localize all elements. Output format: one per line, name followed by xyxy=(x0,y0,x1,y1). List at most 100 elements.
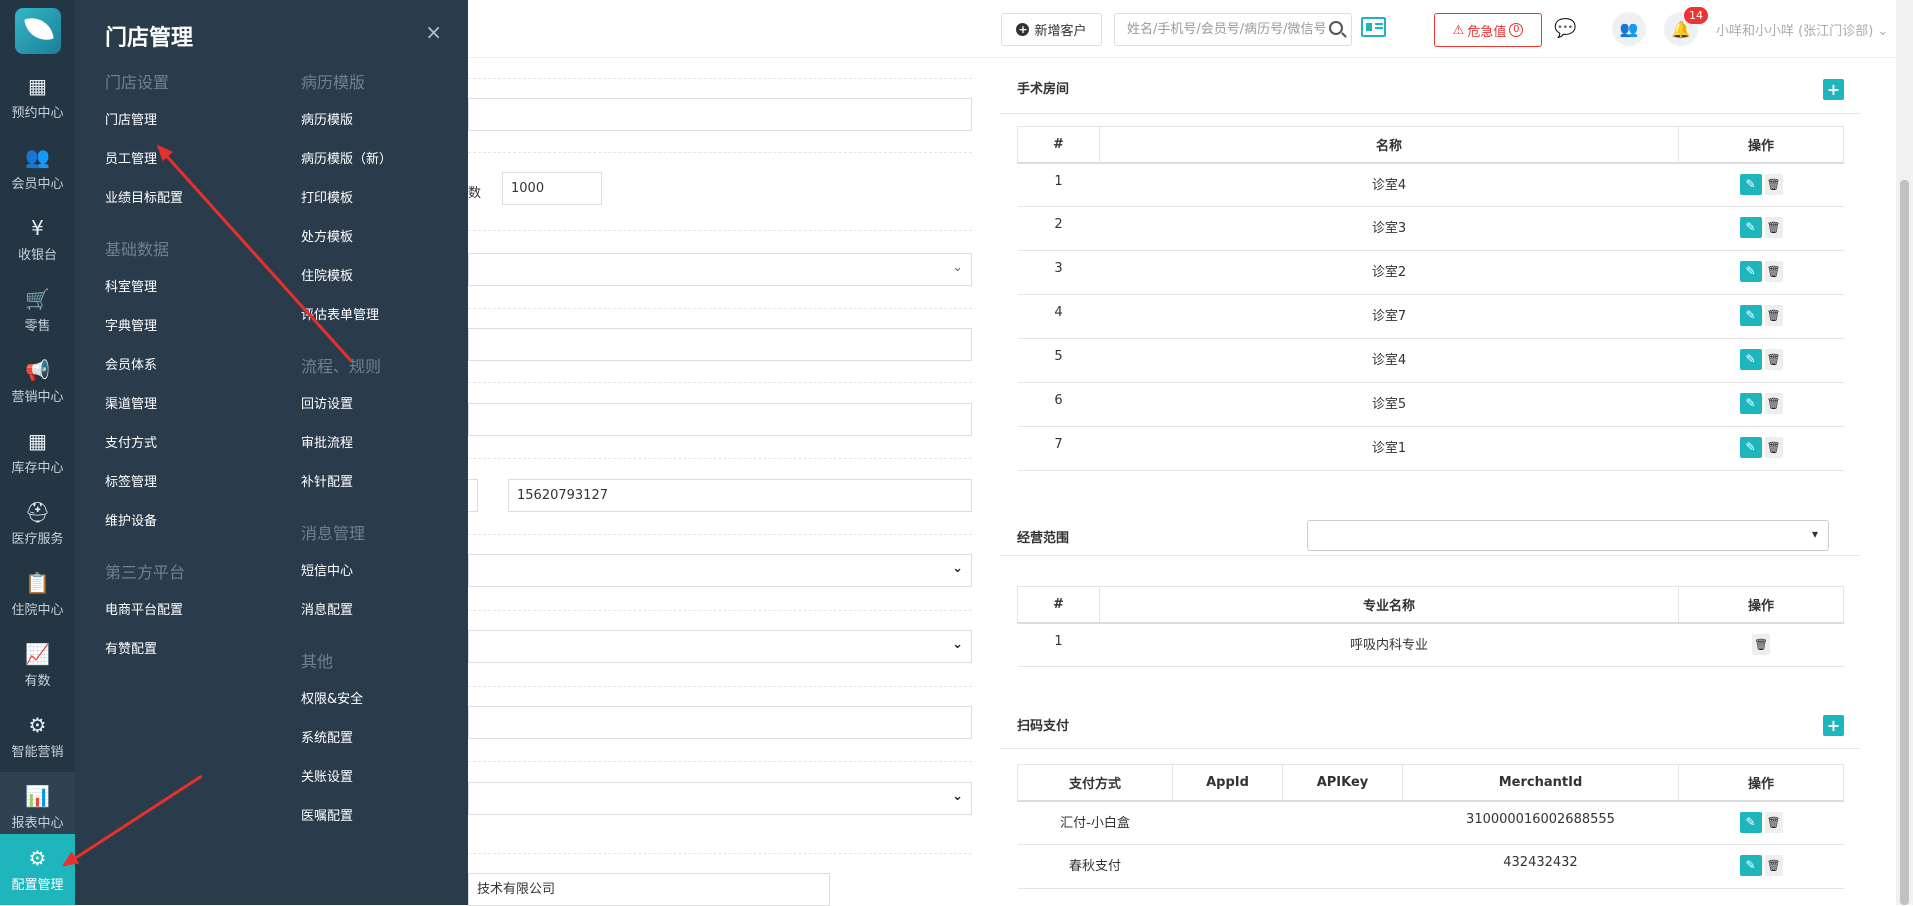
edit-icon[interactable]: ✎ xyxy=(1739,305,1762,326)
rail-item-6[interactable]: ⛑ 医疗服务 xyxy=(0,488,75,559)
edit-icon[interactable]: ✎ xyxy=(1739,261,1762,282)
menu-item[interactable]: 支付方式 xyxy=(105,430,185,469)
menu-section-header: 消息管理 xyxy=(301,524,366,543)
trash-icon[interactable]: 🗑 xyxy=(1764,437,1783,458)
menu-item[interactable]: 回访设置 xyxy=(301,391,392,430)
divider xyxy=(468,382,972,383)
menu-item[interactable]: 维护设备 xyxy=(105,508,185,547)
text-field[interactable] xyxy=(468,479,478,512)
menu-item[interactable]: 补针配置 xyxy=(301,469,392,508)
menu-section-header: 病历模版 xyxy=(301,73,366,92)
trash-icon[interactable]: 🗑 xyxy=(1764,305,1783,326)
menu-section-header: 基础数据 xyxy=(105,240,170,259)
flyout-title: 门店管理 xyxy=(105,26,194,51)
add-payment-button[interactable]: + xyxy=(1823,715,1844,736)
menu-item[interactable]: 病历模版（新） xyxy=(301,146,392,185)
add-room-button[interactable]: + xyxy=(1823,79,1844,100)
rail-item-1[interactable]: 👥 会员中心 xyxy=(0,133,75,204)
plus-circle-icon: + xyxy=(1016,23,1030,36)
table-row: 汇付-小白盒 310000016002688555 ✎ 🗑 xyxy=(1017,800,1844,845)
menu-item[interactable]: 住院模板 xyxy=(301,263,392,302)
trash-icon[interactable]: 🗑 xyxy=(1764,393,1783,414)
members-icon: 👥 xyxy=(25,145,50,169)
grid-icon: ▦ xyxy=(28,429,47,453)
select-field[interactable] xyxy=(468,553,972,587)
rail-item-9[interactable]: ⚙ 智能营销 xyxy=(0,701,75,772)
scrollbar[interactable] xyxy=(1896,0,1913,905)
menu-item[interactable]: 关账设置 xyxy=(301,764,392,803)
app-logo[interactable] xyxy=(0,0,75,62)
edit-icon[interactable]: ✎ xyxy=(1739,349,1762,370)
menu-item[interactable]: 字典管理 xyxy=(105,313,185,352)
menu-item[interactable]: 打印模板 xyxy=(301,185,392,224)
edit-icon[interactable]: ✎ xyxy=(1739,811,1762,833)
select-field[interactable] xyxy=(468,629,972,663)
company-field[interactable]: 技术有限公司 xyxy=(468,873,830,906)
trash-icon[interactable]: 🗑 xyxy=(1752,633,1770,655)
user-menu[interactable]: 小咩和小小咩 (张江门诊部) ⌄ xyxy=(1716,20,1888,39)
edit-icon[interactable]: ✎ xyxy=(1739,217,1762,238)
rail-item-10[interactable]: 📊 报表中心 xyxy=(0,772,75,843)
rail-item-4[interactable]: 📢 营销中心 xyxy=(0,346,75,417)
rail-item-2[interactable]: ¥ 收银台 xyxy=(0,204,75,275)
trash-icon[interactable]: 🗑 xyxy=(1764,173,1783,195)
business-scope-select[interactable] xyxy=(1307,520,1829,551)
row-actions: ✎ 🗑 xyxy=(1739,305,1783,326)
critical-count: 0 xyxy=(1509,23,1524,37)
menu-item[interactable]: 审批流程 xyxy=(301,430,392,469)
rail-item-7[interactable]: 📋 住院中心 xyxy=(0,559,75,630)
row-actions: 🗑 xyxy=(1752,633,1770,655)
id-card-icon[interactable] xyxy=(1361,17,1386,37)
bar-chart-icon: 📊 xyxy=(25,784,50,808)
trash-icon[interactable]: 🗑 xyxy=(1764,349,1783,370)
text-field[interactable] xyxy=(468,403,972,436)
edit-icon[interactable]: ✎ xyxy=(1739,437,1762,458)
store-name-field[interactable] xyxy=(468,98,972,131)
edit-icon[interactable]: ✎ xyxy=(1739,173,1762,195)
menu-item[interactable]: 业绩目标配置 xyxy=(105,185,185,224)
table-row: 2 诊室3 ✎ 🗑 xyxy=(1017,206,1844,251)
select-field[interactable] xyxy=(468,781,972,815)
select-field[interactable] xyxy=(468,252,972,286)
text-field[interactable] xyxy=(468,706,972,739)
trash-icon[interactable]: 🗑 xyxy=(1764,855,1783,876)
trash-icon[interactable]: 🗑 xyxy=(1764,217,1783,238)
search-icon[interactable] xyxy=(1329,21,1343,35)
edit-icon[interactable]: ✎ xyxy=(1739,393,1762,414)
menu-item[interactable]: 渠道管理 xyxy=(105,391,185,430)
close-icon[interactable]: × xyxy=(425,20,442,44)
text-field[interactable] xyxy=(468,328,972,361)
row-actions: ✎ 🗑 xyxy=(1739,393,1783,414)
search-input[interactable]: 姓名/手机号/会员号/病历号/微信号 xyxy=(1114,13,1352,46)
menu-item[interactable]: 病历模版 xyxy=(301,107,392,146)
divider xyxy=(468,761,972,762)
menu-item[interactable]: 电商平台配置 xyxy=(105,597,185,636)
new-customer-button[interactable]: + 新增客户 xyxy=(1001,13,1102,46)
menu-item[interactable]: 门店管理 xyxy=(105,107,185,146)
menu-item[interactable]: 系统配置 xyxy=(301,725,392,764)
menu-item[interactable]: 消息配置 xyxy=(301,597,392,636)
menu-item[interactable]: 会员体系 xyxy=(105,352,185,391)
menu-item[interactable]: 医嘱配置 xyxy=(301,803,392,842)
rail-item-3[interactable]: 🛒 零售 xyxy=(0,275,75,346)
menu-item[interactable]: 权限&安全 xyxy=(301,686,392,725)
trash-icon[interactable]: 🗑 xyxy=(1764,811,1783,833)
scrollbar-thumb[interactable] xyxy=(1900,180,1909,905)
menu-item[interactable]: 科室管理 xyxy=(105,274,185,313)
trash-icon[interactable]: 🗑 xyxy=(1764,261,1783,282)
rail-item-5[interactable]: ▦ 库存中心 xyxy=(0,417,75,488)
phone-field[interactable]: 15620793127 xyxy=(508,479,972,512)
count-field[interactable]: 1000 xyxy=(502,172,602,205)
menu-item[interactable]: 处方模板 xyxy=(301,224,392,263)
flyout-column-2: 病历模版 病历模版 病历模版（新） 打印模板 处方模板 住院模板 评估表单管理 流程、规则 回访… xyxy=(301,68,392,842)
wechat-icon[interactable]: 💬 xyxy=(1554,18,1576,39)
rail-item-0[interactable]: ▦ 预约中心 xyxy=(0,62,75,133)
menu-item[interactable]: 有赞配置 xyxy=(105,636,185,675)
menu-item[interactable]: 标签管理 xyxy=(105,469,185,508)
group-icon[interactable]: 👥 xyxy=(1612,12,1646,46)
rail-item-8[interactable]: 📈 有数 xyxy=(0,630,75,701)
menu-item[interactable]: 短信中心 xyxy=(301,558,392,597)
edit-icon[interactable]: ✎ xyxy=(1739,855,1762,876)
config-flyout-menu: 门店管理 × 门店设置 门店管理 员工管理 业绩目标配置 基础数据 科室管理 字典管理 会员体… xyxy=(75,0,468,905)
critical-value-button[interactable]: ⚠ 危急值 0 xyxy=(1434,13,1542,47)
